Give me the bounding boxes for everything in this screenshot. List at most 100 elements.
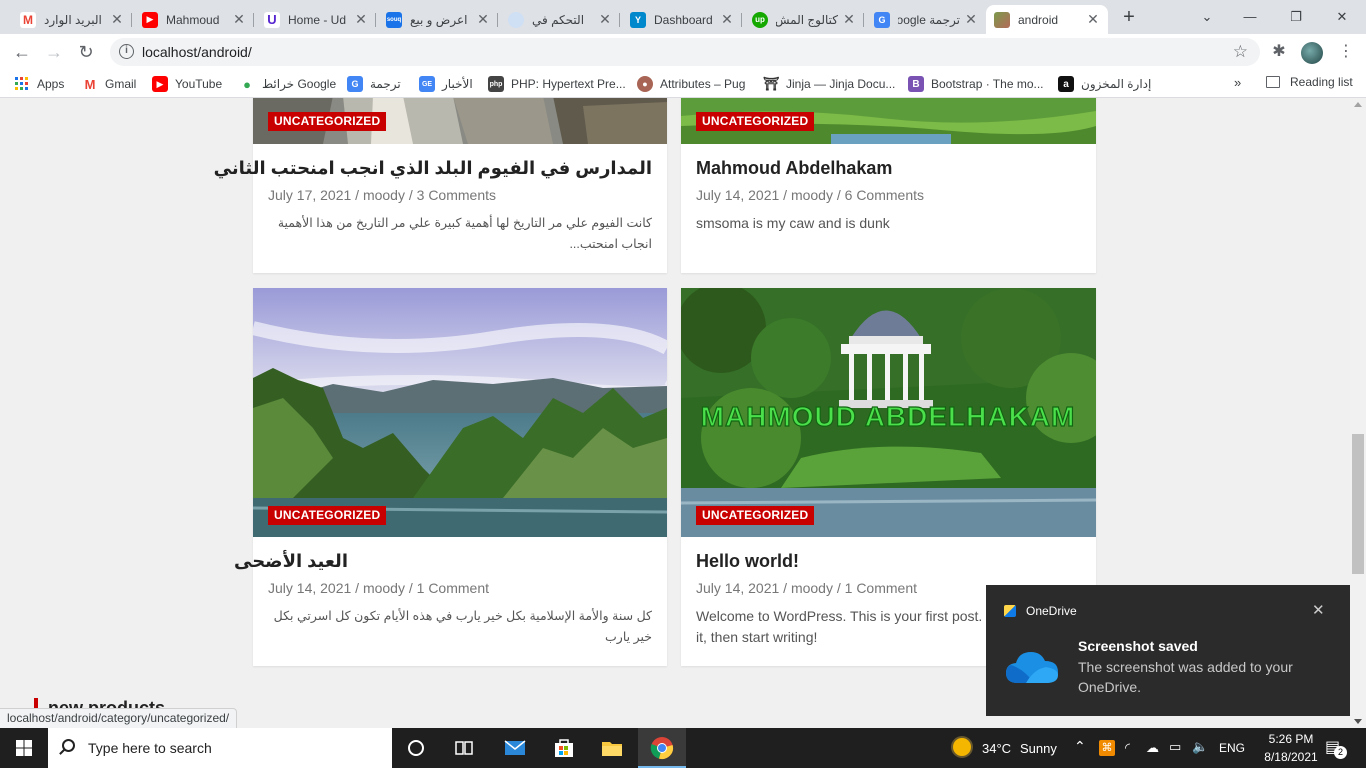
language-indicator[interactable]: ENG bbox=[1219, 741, 1245, 755]
bookmark-youtube[interactable]: ▶ YouTube bbox=[152, 75, 222, 93]
app-tray-icon[interactable]: ⌘ bbox=[1099, 740, 1115, 756]
weather-desc[interactable]: Sunny bbox=[1020, 741, 1057, 756]
tab-search-icon[interactable]: ⌄ bbox=[1195, 6, 1219, 28]
post-thumbnail[interactable] bbox=[253, 288, 667, 537]
bookmark-star-icon[interactable]: ☆ bbox=[1233, 42, 1248, 62]
tab-title: كتالوج المش bbox=[776, 12, 838, 27]
tab-control-panel[interactable]: التحكم في ✕ bbox=[500, 5, 620, 34]
page-scrollbar[interactable] bbox=[1350, 98, 1366, 728]
bookmark-translate[interactable]: G ترجمة bbox=[347, 75, 401, 93]
close-icon[interactable]: ✕ bbox=[964, 11, 978, 28]
category-badge[interactable]: UNCATEGORIZED bbox=[696, 506, 815, 525]
avatar[interactable] bbox=[1301, 42, 1323, 64]
google-translate-icon: G bbox=[347, 76, 363, 92]
close-icon[interactable]: ✕ bbox=[354, 11, 368, 28]
close-icon[interactable]: ✕ bbox=[1086, 11, 1100, 28]
minimize-button[interactable]: — bbox=[1238, 6, 1262, 28]
close-icon[interactable]: ✕ bbox=[598, 11, 612, 28]
battery-icon[interactable]: ▭ bbox=[1169, 739, 1181, 755]
weather-temp[interactable]: 34°C bbox=[982, 741, 1011, 756]
post-excerpt: كانت الفيوم علي مر التاريخ لها أهمية كبي… bbox=[277, 216, 652, 251]
close-icon[interactable]: ✕ bbox=[720, 11, 734, 28]
task-view-icon[interactable] bbox=[452, 736, 476, 760]
souq-icon: souq bbox=[386, 11, 402, 28]
clock-time[interactable]: 5:26 PM bbox=[1261, 732, 1321, 746]
tab-gmail[interactable]: M البريد الوارد ✕ bbox=[12, 5, 132, 34]
category-badge[interactable]: UNCATEGORIZED bbox=[268, 112, 387, 131]
bookmark-jinja[interactable]: ⛩ Jinja — Jinja Docu... bbox=[763, 75, 895, 93]
url-text: localhost/android/ bbox=[142, 44, 252, 60]
volume-icon[interactable]: 🔈 bbox=[1192, 739, 1208, 755]
google-translate-icon: G bbox=[874, 11, 890, 28]
reading-list-button[interactable]: Reading list bbox=[1266, 75, 1353, 89]
post-title[interactable]: المدارس في الفيوم البلد الذي انجب امنحتب… bbox=[214, 158, 652, 179]
close-icon[interactable]: ✕ bbox=[842, 11, 856, 28]
dashboard-icon: Y bbox=[630, 11, 646, 28]
tab-youtube[interactable]: ▶ Mahmoud ✕ bbox=[134, 5, 254, 34]
more-bookmarks-icon[interactable]: » bbox=[1234, 75, 1241, 90]
network-icon[interactable]: ◜ bbox=[1125, 740, 1130, 756]
clock-date[interactable]: 8/18/2021 bbox=[1256, 750, 1326, 764]
category-badge[interactable]: UNCATEGORIZED bbox=[268, 506, 387, 525]
extensions-icon[interactable]: ✱ bbox=[1269, 42, 1289, 62]
youtube-icon: ▶ bbox=[142, 11, 158, 28]
back-button[interactable]: ← bbox=[10, 40, 34, 64]
close-icon[interactable]: ✕ bbox=[110, 11, 124, 28]
tab-dashboard[interactable]: Y Dashboard ✕ bbox=[622, 5, 742, 34]
post-title[interactable]: Mahmoud Abdelhakam bbox=[696, 158, 892, 179]
close-icon[interactable]: ✕ bbox=[1312, 601, 1325, 619]
restore-button[interactable]: ❐ bbox=[1284, 6, 1308, 28]
thumbnail-overlay-text: MAHMOUD ABDELHAKAM bbox=[701, 401, 1076, 432]
reading-list-icon bbox=[1266, 76, 1280, 88]
close-window-button[interactable]: ✕ bbox=[1330, 6, 1354, 28]
weather-sun-icon[interactable] bbox=[953, 738, 971, 756]
info-icon[interactable]: i bbox=[119, 44, 134, 59]
forward-button[interactable]: → bbox=[42, 40, 66, 64]
menu-icon[interactable]: ⋮ bbox=[1338, 42, 1354, 62]
store-icon[interactable] bbox=[552, 736, 576, 760]
bookmark-news[interactable]: GE الأخبار bbox=[419, 75, 473, 93]
tab-udemy[interactable]: U Home - Ud ✕ bbox=[256, 5, 376, 34]
bookmark-maps[interactable]: ● خرائط Google bbox=[239, 75, 336, 93]
chevron-up-icon[interactable]: ⌃ bbox=[1074, 738, 1086, 755]
amazon-icon: a bbox=[1058, 76, 1074, 92]
bookmarks-bar: Apps M Gmail ▶ YouTube ● خرائط Google G … bbox=[0, 70, 1366, 98]
wifi-icon[interactable]: ☁ bbox=[1146, 740, 1159, 756]
tab-google-translate[interactable]: G ترجمة Google ✕ bbox=[866, 5, 986, 34]
bookmark-inventory[interactable]: a إدارة المخزون bbox=[1058, 75, 1151, 93]
chrome-icon[interactable] bbox=[650, 736, 674, 760]
bookmark-gmail[interactable]: M Gmail bbox=[82, 75, 137, 93]
scroll-down-icon[interactable] bbox=[1354, 719, 1362, 724]
scroll-up-icon[interactable] bbox=[1354, 102, 1362, 107]
bookmark-bootstrap[interactable]: B Bootstrap · The mo... bbox=[908, 75, 1044, 93]
address-bar[interactable]: i localhost/android/ ☆ bbox=[110, 38, 1260, 66]
category-badge[interactable]: UNCATEGORIZED bbox=[696, 112, 815, 131]
bookmark-php[interactable]: php PHP: Hypertext Pre... bbox=[488, 75, 626, 93]
tab-upwork[interactable]: up كتالوج المش ✕ bbox=[744, 5, 864, 34]
start-button[interactable] bbox=[0, 728, 48, 768]
reload-button[interactable]: ↻ bbox=[74, 40, 98, 64]
tab-souq[interactable]: souq اعرض و بيع ✕ bbox=[378, 5, 498, 34]
cortana-icon[interactable] bbox=[404, 736, 428, 760]
scrollbar-thumb[interactable] bbox=[1352, 434, 1364, 574]
post-title[interactable]: العيد الأضحى bbox=[234, 551, 348, 572]
mail-icon[interactable] bbox=[503, 736, 527, 760]
taskbar-search-input[interactable]: Type here to search bbox=[48, 728, 392, 768]
post-meta: July 14, 2021 / moody / 6 Comments bbox=[696, 187, 924, 203]
onedrive-notification[interactable]: OneDrive ✕ Screenshot saved The screensh… bbox=[986, 585, 1350, 716]
youtube-icon: ▶ bbox=[152, 76, 168, 92]
onedrive-cloud-icon bbox=[1006, 652, 1058, 683]
post-meta: July 17, 2021 / moody / 3 Comments bbox=[268, 187, 496, 203]
close-icon[interactable]: ✕ bbox=[476, 11, 490, 28]
post-thumbnail[interactable]: MAHMOUD ABDELHAKAM bbox=[681, 288, 1096, 537]
tab-strip: M البريد الوارد ✕ ▶ Mahmoud ✕ U Home - U… bbox=[0, 0, 1366, 34]
bookmark-apps[interactable]: Apps bbox=[14, 75, 64, 93]
close-icon[interactable]: ✕ bbox=[232, 11, 246, 28]
tab-title: البريد الوارد bbox=[44, 12, 102, 27]
file-explorer-icon[interactable] bbox=[600, 736, 624, 760]
tab-android[interactable]: android ✕ bbox=[986, 5, 1108, 34]
bookmark-pug[interactable]: ● Attributes – Pug bbox=[637, 75, 745, 93]
new-tab-button[interactable]: + bbox=[1118, 6, 1140, 28]
post-title[interactable]: Hello world! bbox=[696, 551, 799, 572]
maps-pin-icon: ● bbox=[243, 76, 251, 92]
